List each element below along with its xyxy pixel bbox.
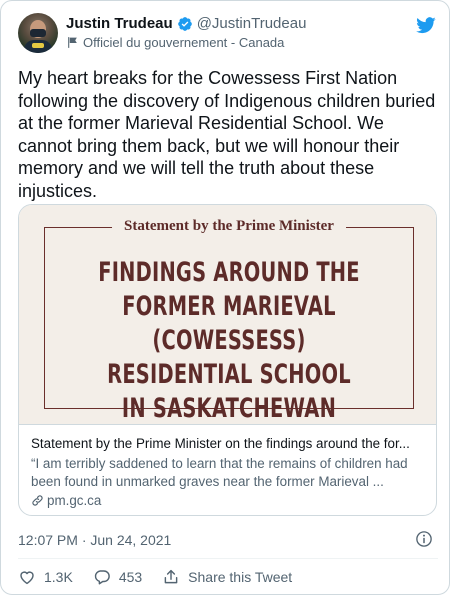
share-button[interactable]: Share this Tweet [162, 568, 292, 586]
link-card-domain-row: pm.gc.ca [31, 493, 427, 508]
tweet-timestamp[interactable]: 12:07 PM · Jun 24, 2021 [18, 532, 171, 548]
government-label-text: Officiel du gouvernement - Canada [83, 35, 285, 50]
info-icon[interactable] [415, 530, 433, 548]
tweet-text: My heart breaks for the Cowessess First … [18, 68, 436, 201]
link-icon [32, 495, 43, 506]
link-preview-image[interactable]: Statement by the Prime Minister FINDINGS… [19, 205, 436, 425]
like-count: 1.3K [44, 569, 73, 585]
link-card-domain: pm.gc.ca [47, 493, 102, 508]
share-icon [164, 569, 178, 584]
author-handle[interactable]: @JustinTrudeau [197, 15, 307, 32]
link-card-meta: Statement by the Prime Minister on the f… [31, 435, 427, 508]
share-label: Share this Tweet [188, 569, 293, 585]
tweet-header: Justin Trudeau @JustinTrudeau Officiel d… [18, 13, 438, 57]
author-name[interactable]: Justin Trudeau [66, 15, 173, 32]
link-card-description: “I am terribly saddened to learn that th… [31, 456, 408, 489]
government-label[interactable]: Officiel du gouvernement - Canada [66, 35, 284, 50]
government-flag-icon [68, 37, 77, 48]
heart-icon [20, 571, 34, 585]
link-preview-card[interactable]: Statement by the Prime Minister FINDINGS… [18, 204, 437, 516]
actions-divider [18, 558, 438, 559]
like-button[interactable]: 1.3K [18, 568, 73, 586]
link-card-title[interactable]: Statement by the Prime Minister on the f… [31, 435, 427, 453]
preview-image-label: Statement by the Prime Minister [112, 218, 346, 235]
tweet-card: Justin Trudeau @JustinTrudeau Officiel d… [0, 0, 450, 595]
author-name-row: Justin Trudeau @JustinTrudeau [66, 15, 306, 32]
reply-icon [94, 570, 110, 585]
preview-frame: Statement by the Prime Minister FINDINGS… [44, 218, 414, 424]
tweet-actions: 1.3K 453 Share this Tweet [18, 567, 312, 587]
preview-image-headline: FINDINGS AROUND THE FORMER MARIEVAL (COW… [98, 257, 360, 424]
author-avatar[interactable] [18, 13, 58, 53]
reply-button[interactable]: 453 [93, 568, 142, 586]
reply-count: 453 [118, 569, 143, 585]
verified-badge-icon [177, 16, 192, 31]
twitter-bird-icon[interactable] [414, 15, 438, 35]
